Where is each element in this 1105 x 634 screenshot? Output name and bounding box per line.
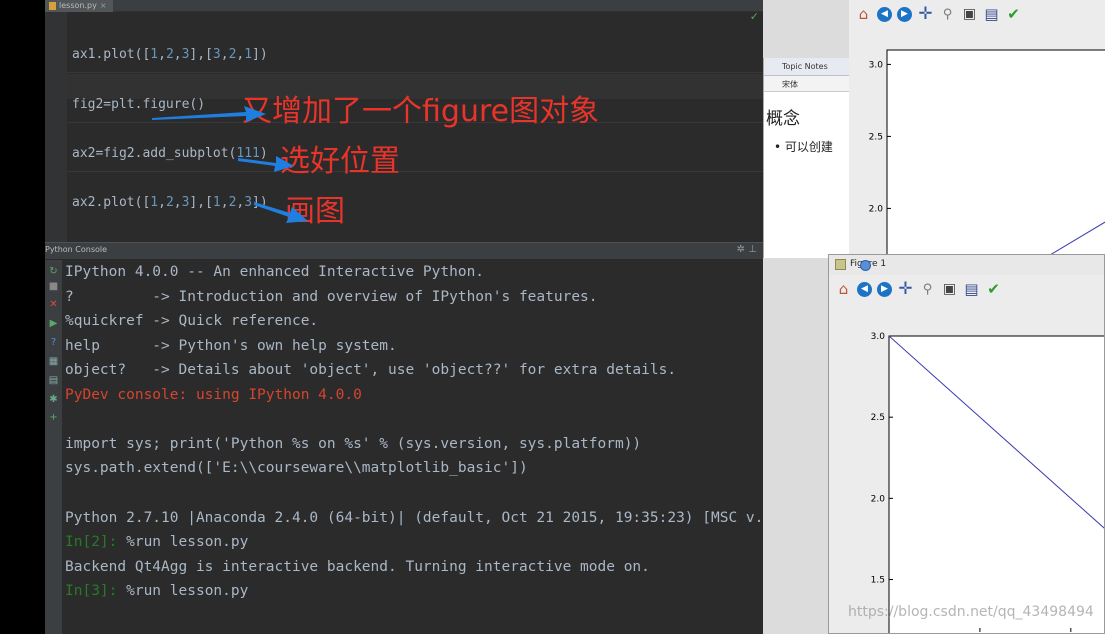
line-separator	[67, 72, 763, 73]
gear-icon[interactable]: ✲	[737, 244, 745, 255]
figure-window-2[interactable]: Figure 1 ⌂ ◀ ▶ ✛ ⚲ ▣ ▤ ✔ 3.02.52.01.51.0…	[828, 254, 1105, 634]
console-line: %quickref -> Quick reference.	[65, 313, 319, 329]
y-tick-label: 3.0	[869, 60, 884, 70]
check-icon: ✓	[749, 10, 759, 23]
zoom-icon[interactable]: ⚲	[939, 6, 956, 23]
console-line-pydev: PyDev console: using IPython 4.0.0	[65, 387, 362, 403]
document-window: Topic Notes 宋体 概念 • 可以创建	[763, 58, 849, 258]
debug-icon[interactable]: ✱	[47, 393, 60, 406]
tab-lesson-py[interactable]: lesson.py ×	[45, 0, 113, 12]
subplots-config-icon[interactable]: ▣	[961, 6, 978, 23]
y-tick-label: 3.0	[871, 332, 886, 342]
console-input-line: In[3]: %run lesson.py	[65, 583, 249, 599]
figure-1-chart: 3.0 2.5 2.0	[869, 49, 1105, 258]
y-tick-label: 2.5	[869, 132, 883, 142]
arrow-annotation-1	[152, 106, 266, 122]
console-line: Python 2.7.10 |Anaconda 2.4.0 (64-bit)| …	[65, 510, 763, 526]
pan-icon[interactable]: ✛	[897, 280, 914, 298]
console-line: ? -> Introduction and overview of IPytho…	[65, 289, 598, 305]
font-toolbar: 宋体	[764, 76, 849, 92]
rerun-icon[interactable]: ↻	[47, 265, 60, 278]
font-select[interactable]: 宋体	[782, 79, 798, 90]
console-input-line: In[2]: %run lesson.py	[65, 534, 249, 550]
figure-toolbar: ⌂ ◀ ▶ ✛ ⚲ ▣ ▤ ✔	[849, 3, 1105, 25]
plot-area	[888, 335, 1104, 633]
tab-label: lesson.py	[59, 1, 97, 10]
plot-area	[886, 49, 1105, 258]
add-icon[interactable]: +	[47, 411, 60, 424]
figure-window-icon	[835, 259, 846, 270]
console-line: sys.path.extend(['E:\\courseware\\matplo…	[65, 460, 528, 476]
edit-check-icon[interactable]: ✔	[985, 281, 1002, 298]
console-line: import sys; print('Python %s on %s' % (s…	[65, 436, 642, 452]
figure-window-1[interactable]: ⌂ ◀ ▶ ✛ ⚲ ▣ ▤ ✔ 3.0 2.5 2.0	[849, 0, 1105, 258]
help-icon[interactable]: ?	[47, 336, 60, 349]
console-header: Python Console ✲ ⊥	[45, 242, 763, 260]
y-tick-label: 2.0	[869, 204, 884, 214]
figure-2-chart: 3.02.52.01.51.01.52.02.5	[871, 332, 1104, 633]
back-icon[interactable]: ◀	[857, 281, 872, 297]
run-icon[interactable]: ▶	[47, 317, 60, 330]
editor-gutter	[45, 12, 67, 242]
back-icon[interactable]: ◀	[877, 6, 892, 22]
annotation-choose-position: 选好位置	[280, 144, 400, 179]
figure-title-bar[interactable]: Figure 1	[829, 255, 1104, 275]
history-icon[interactable]: ▤	[47, 374, 60, 387]
console-line: help -> Python's own help system.	[65, 338, 397, 354]
doc-tab-bar: Topic Notes	[764, 58, 849, 76]
figure-toolbar: ⌂ ◀ ▶ ✛ ⚲ ▣ ▤ ✔	[829, 277, 1104, 301]
home-icon[interactable]: ⌂	[855, 6, 872, 23]
home-icon[interactable]: ⌂	[835, 281, 852, 298]
line-separator	[67, 171, 763, 172]
zoom-icon[interactable]: ⚲	[919, 281, 936, 298]
tab-topic-notes[interactable]: Topic Notes	[782, 62, 828, 71]
python-file-icon	[49, 2, 56, 10]
console-line: IPython 4.0.0 -- An enhanced Interactive…	[65, 264, 485, 280]
variables-icon[interactable]: ▦	[47, 355, 60, 368]
subplots-config-icon[interactable]: ▣	[941, 281, 958, 298]
y-tick-label: 2.0	[871, 494, 886, 504]
annotation-new-figure: 又增加了一个figure图对象	[242, 94, 600, 129]
save-icon[interactable]: ▤	[983, 6, 1000, 23]
console-output[interactable]: IPython 4.0.0 -- An enhanced Interactive…	[62, 260, 763, 634]
code-line-ax2-plot[interactable]: ax2.plot([1,2,3],[1,2,3])	[72, 195, 268, 210]
arrow-annotation-2	[238, 156, 294, 172]
close-icon[interactable]: ✕	[47, 298, 60, 311]
y-tick-label: 2.5	[871, 413, 885, 423]
doc-heading: 概念	[766, 109, 800, 129]
prompt-label: In[2]:	[65, 534, 118, 550]
console-title: Python Console	[45, 245, 108, 254]
watermark: https://blog.csdn.net/qq_43498494	[848, 604, 1094, 620]
prompt-label: In[3]:	[65, 583, 118, 599]
y-tick-label: 1.5	[871, 576, 885, 586]
console-line: Backend Qt4Agg is interactive backend. T…	[65, 559, 650, 575]
forward-icon[interactable]: ▶	[877, 281, 892, 297]
console-line: object? -> Details about 'object', use '…	[65, 362, 677, 378]
code-line-ax1-plot[interactable]: ax1.plot([1,2,3],[3,2,1])	[72, 47, 268, 62]
arrow-annotation-3	[254, 202, 308, 223]
mouse-cursor-icon	[860, 260, 871, 271]
editor-tab-bar: lesson.py ×	[45, 0, 763, 12]
console-toolbar: ↻ ■ ✕ ▶ ? ▦ ▤ ✱ +	[45, 260, 62, 634]
close-icon[interactable]: ×	[100, 0, 107, 12]
forward-icon[interactable]: ▶	[897, 6, 912, 22]
save-icon[interactable]: ▤	[963, 281, 980, 298]
edit-check-icon[interactable]: ✔	[1005, 6, 1022, 23]
left-black-strip	[0, 0, 45, 634]
pan-icon[interactable]: ✛	[917, 5, 934, 23]
stop-icon[interactable]: ■	[47, 280, 60, 293]
pin-icon[interactable]: ⊥	[748, 244, 757, 255]
doc-bullet-item: • 可以创建	[774, 140, 833, 154]
